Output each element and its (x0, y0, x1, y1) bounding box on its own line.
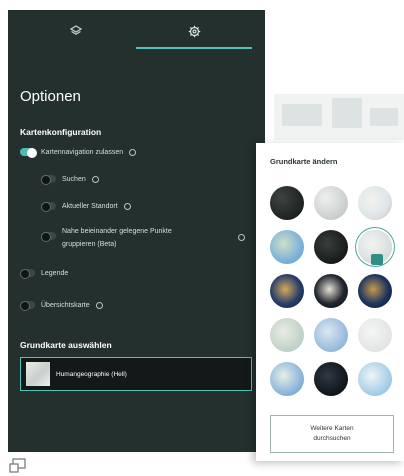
more-basemaps-line2: durchsuchen (313, 435, 351, 442)
legend-label: Legende (41, 269, 69, 277)
basemap-option[interactable] (314, 274, 348, 308)
active-tab-indicator (136, 47, 252, 49)
options-title: Optionen (20, 88, 81, 105)
search-toggle[interactable] (41, 175, 56, 185)
basemap-option[interactable] (270, 318, 304, 352)
current-location-row: Aktueller Standort (41, 202, 131, 212)
window-icon[interactable] (9, 458, 27, 474)
info-icon[interactable] (129, 148, 137, 156)
search-label: Suchen (62, 175, 86, 183)
map-navigation-toggle[interactable] (20, 148, 37, 158)
info-icon[interactable] (123, 202, 131, 210)
overview-map-label: Übersichtskarte (41, 301, 90, 309)
basemap-option[interactable] (314, 362, 348, 396)
info-icon[interactable] (91, 175, 99, 183)
search-row: Suchen (41, 175, 99, 185)
current-location-label: Aktueller Standort (62, 202, 118, 210)
tab-layers[interactable] (18, 10, 134, 52)
map-preview (274, 94, 404, 140)
group-points-label-line2: gruppieren (Beta) (62, 241, 117, 248)
basemap-option[interactable] (358, 318, 392, 352)
layers-icon (70, 25, 82, 35)
basemap-option[interactable] (358, 186, 392, 220)
group-points-toggle[interactable] (41, 232, 56, 242)
overview-map-row: Übersichtskarte (20, 301, 103, 311)
settings-panel: Optionen Kartenkonfiguration Kartennavig… (8, 10, 265, 452)
basemap-gallery-popup: Grundkarte ändern Weitere Karten durchsu… (256, 143, 404, 461)
gear-icon (188, 25, 200, 37)
basemap-option[interactable] (270, 230, 304, 264)
overview-map-toggle[interactable] (20, 301, 35, 311)
basemap-heading: Grundkarte auswählen (20, 340, 112, 350)
basemap-thumbnail (26, 362, 50, 386)
basemap-option[interactable] (270, 362, 304, 396)
more-basemaps-button[interactable]: Weitere Karten durchsuchen (270, 415, 394, 453)
basemap-option[interactable] (270, 274, 304, 308)
map-navigation-row: Kartennavigation zulassen (20, 148, 137, 158)
group-points-label: Nahe beieinander gelegene Punkte gruppie… (62, 225, 232, 251)
info-icon[interactable] (238, 234, 245, 241)
basemap-selector[interactable]: Humangeographie (Hell) (20, 357, 252, 391)
panel-tabs (8, 10, 265, 52)
selected-check-icon (371, 254, 383, 265)
basemap-option[interactable] (314, 318, 348, 352)
group-points-row: Nahe beieinander gelegene Punkte gruppie… (41, 225, 251, 251)
popup-title: Grundkarte ändern (270, 157, 338, 166)
basemap-option[interactable] (270, 186, 304, 220)
tab-settings[interactable] (136, 10, 252, 52)
info-icon[interactable] (95, 301, 103, 309)
basemap-name: Humangeographie (Hell) (56, 370, 127, 378)
legend-toggle[interactable] (20, 269, 35, 279)
basemap-option[interactable] (314, 230, 348, 264)
basemap-option[interactable] (314, 186, 348, 220)
more-basemaps-line1: Weitere Karten (310, 425, 354, 432)
current-location-toggle[interactable] (41, 202, 56, 212)
map-navigation-label: Kartennavigation zulassen (41, 148, 124, 156)
basemap-option[interactable] (358, 274, 392, 308)
group-points-label-line1: Nahe beieinander gelegene Punkte (62, 228, 172, 235)
legend-row: Legende (20, 269, 69, 279)
map-config-heading: Kartenkonfiguration (20, 127, 102, 137)
basemap-option[interactable] (358, 362, 392, 396)
